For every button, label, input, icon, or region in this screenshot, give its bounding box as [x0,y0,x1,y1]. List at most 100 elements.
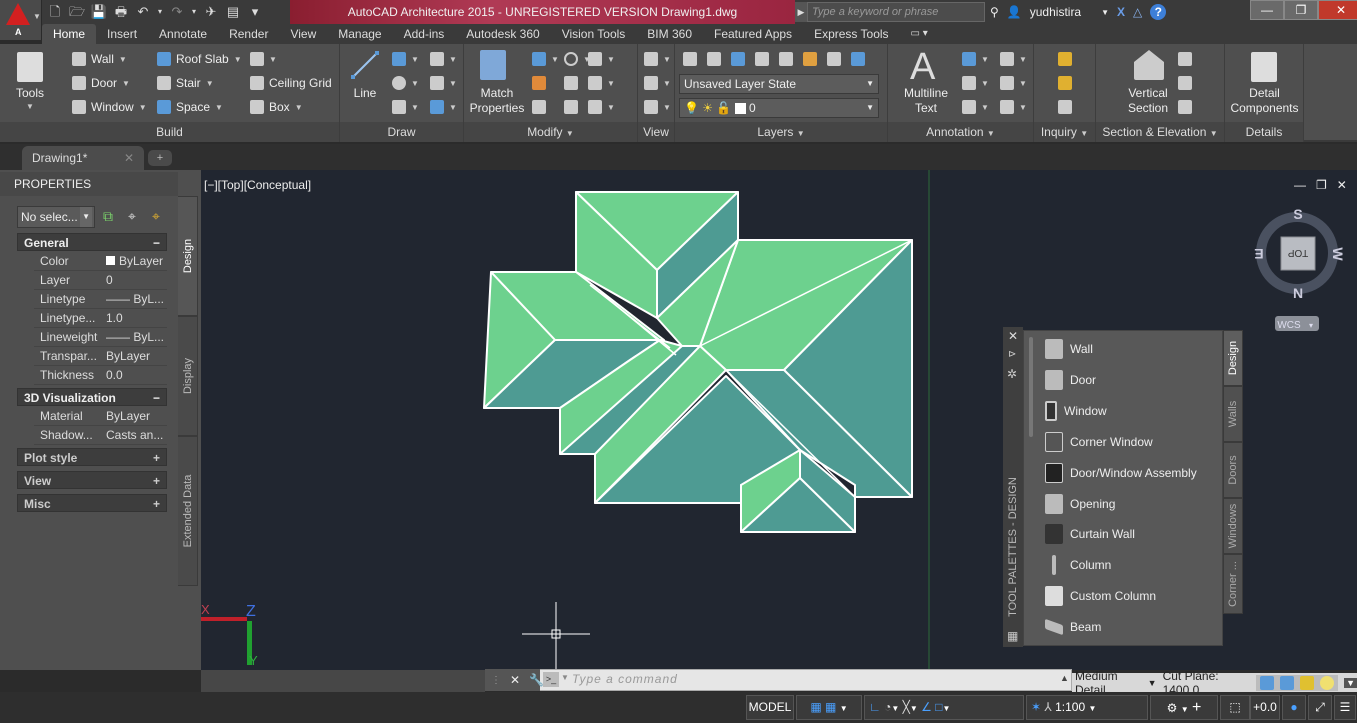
command-close-icon[interactable]: ✕ [510,673,520,687]
palette-item-beam[interactable]: Beam [1045,615,1101,639]
palette-tab-corner[interactable]: Corner ... [1223,554,1243,614]
tab-render[interactable]: Render [218,24,279,44]
clean-screen-icon[interactable]: ⤢ [1308,695,1332,720]
zoom-button[interactable]: ▼ [644,100,671,114]
elevation-icon[interactable]: ⬚ [1220,695,1250,720]
view-cube-button[interactable]: ▼ [644,52,671,66]
vtab-display[interactable]: Display [178,316,198,436]
elevation-button[interactable] [1178,52,1192,66]
new-file-icon[interactable]: 🗋 [46,4,64,20]
prop-row[interactable]: Linetype —— ByL... [34,290,167,309]
revision-cloud-button[interactable]: ▼ [1000,52,1027,66]
layer-off-icon[interactable] [707,52,721,66]
tag-button[interactable]: ▼ [962,100,989,114]
hardware-acceleration-icon[interactable]: ● [1282,695,1306,720]
layer-lock-icon[interactable] [779,52,793,66]
current-layer-dropdown[interactable]: 💡 ☀ 🔓 0 ▼ [679,98,879,118]
section-plot-style[interactable]: Plot style + [17,448,167,466]
toggle-pickadd-icon[interactable]: ⧉ [103,208,113,225]
ribbon-minimize-toggle[interactable]: ▭ ▾ [900,24,939,44]
prop-row[interactable]: Thickness 0.0 [34,366,167,385]
minimize-button[interactable]: — [1250,0,1284,20]
auto-scale-icon[interactable]: ⅄ [1044,700,1051,714]
area-button[interactable] [1058,76,1072,90]
callout-button[interactable] [1178,76,1192,90]
tool-palette-titlebar[interactable]: ✕ ⊳ ✲ TOOL PALETTES - DESIGN ▦ [1003,327,1023,647]
layer-state-dropdown[interactable]: Unsaved Layer State ▼ [679,74,879,94]
palette-item-window[interactable]: Window [1045,399,1107,423]
tab-express-tools[interactable]: Express Tools [803,24,899,44]
print-icon[interactable]: 🖶 [112,4,130,20]
palette-tab-design[interactable]: Design [1223,330,1243,386]
palette-scrollbar[interactable] [1029,337,1033,437]
application-menu-button[interactable]: A ▼ [0,0,42,40]
dynamic-ucs-icon[interactable]: ∠ [921,700,932,714]
palette-item-wall[interactable]: Wall [1045,337,1093,361]
redo-icon[interactable]: ↷ [168,4,186,20]
roof-slab-button[interactable]: Roof Slab ▼ [157,52,242,66]
section-general[interactable]: General − [17,233,167,251]
palette-menu-icon[interactable]: ▦ [1007,629,1018,643]
vertical-section-button[interactable]: Vertical Section [1116,86,1180,116]
save-icon[interactable]: 💾 [90,4,108,20]
annotation-scale[interactable]: 1:100 [1055,700,1085,714]
multileader-button[interactable]: ▼ [1000,76,1027,90]
close-tab-icon[interactable]: ✕ [124,146,134,170]
viewport-restore-icon[interactable]: ❐ [1316,178,1327,192]
ortho-icon[interactable]: ∟ [869,700,881,714]
move-button[interactable]: ▼ [532,52,559,66]
ceiling-grid-button[interactable]: Ceiling Grid [250,76,332,90]
grid-icon[interactable]: ▦ [810,700,821,714]
annotation-visibility-icon[interactable]: ✶ [1031,700,1041,714]
prop-row[interactable]: Linetype... 1.0 [34,309,167,328]
recent-commands-icon[interactable]: ▼ [561,673,569,682]
viewport-minimize-icon[interactable]: — [1294,178,1306,192]
elevation-offset[interactable]: +0.0 [1250,695,1280,720]
palette-item-opening[interactable]: Opening [1045,492,1115,516]
palette-item-door-window-assembly[interactable]: Door/Window Assembly [1045,461,1197,485]
section-view[interactable]: View + [17,471,167,489]
scale-dropdown-icon[interactable]: ▼ [1088,704,1096,713]
section-3d-visualization[interactable]: 3D Visualization − [17,388,167,406]
palette-item-curtain-wall[interactable]: Curtain Wall [1045,522,1135,546]
prop-row[interactable]: Transpar... ByLayer [34,347,167,366]
prop-row[interactable]: Shadow... Casts an... [34,426,167,445]
command-grip-icon[interactable]: ⋮ [491,675,501,686]
dimension-button[interactable]: ▼ [962,52,989,66]
layer-freeze-icon[interactable] [755,52,769,66]
connect-icon[interactable]: △ [1133,5,1142,19]
snap-icon[interactable]: ▦ [825,700,836,714]
grid-button[interactable]: ▼ [250,52,277,66]
workspace-icon[interactable]: ▤ [224,4,242,20]
prop-row[interactable]: Lineweight —— ByL... [34,328,167,347]
selection-dropdown[interactable]: No selec... ▼ [17,206,95,228]
distance-button[interactable] [1058,52,1072,66]
help-icon[interactable]: ? [1150,4,1167,20]
match-properties-button[interactable]: Match Properties [466,86,528,116]
command-input[interactable]: Type a command [572,672,678,686]
wall-button[interactable]: Wall ▼ [72,52,127,66]
customize-qat-icon[interactable]: ▾ [246,4,264,20]
palette-close-icon[interactable]: ✕ [1008,329,1018,343]
tab-add-ins[interactable]: Add-ins [393,24,456,44]
layer-properties-icon[interactable] [683,52,697,66]
palette-item-column[interactable]: Column [1045,553,1111,577]
undo-dropdown-icon[interactable]: ▾ [156,4,164,20]
stair-button[interactable]: Stair ▼ [157,76,214,90]
rotate-button[interactable]: ▼ [564,52,591,66]
match-line-button[interactable] [532,76,546,90]
tools-button[interactable]: Tools [12,86,48,101]
copy-button[interactable] [564,76,578,90]
vtab-extended-data[interactable]: Extended Data [178,436,198,586]
annotation-check-icon[interactable] [1300,676,1315,690]
isometric-icon[interactable]: ╳ [903,700,910,714]
tab-vision-tools[interactable]: Vision Tools [551,24,637,44]
circle-button[interactable]: ▼ [392,76,419,90]
tab-insert[interactable]: Insert [96,24,148,44]
fillet-button[interactable]: ▼ [588,52,615,66]
panel-title-annotation[interactable]: Annotation ▼ [888,122,1033,142]
panel-title-modify[interactable]: Modify ▼ [464,122,637,142]
space-button[interactable]: Space ▼ [157,100,223,114]
exchange-icon[interactable]: X [1117,5,1125,19]
section-misc[interactable]: Misc + [17,494,167,512]
